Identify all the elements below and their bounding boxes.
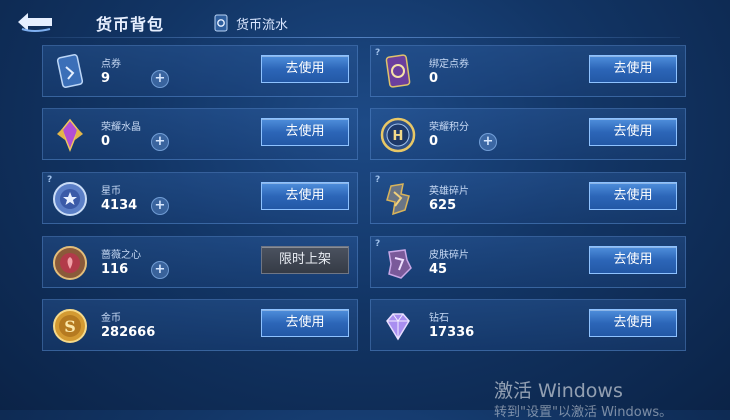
- top-bar: 货币背包 货币流水: [0, 0, 730, 44]
- currency-value: 17336: [429, 325, 475, 340]
- add-glory-crystal-button[interactable]: +: [151, 133, 169, 151]
- hero-fragment-icon: [386, 183, 410, 216]
- currency-name: 英雄碎片: [429, 186, 469, 197]
- use-glory-crystal-button[interactable]: 去使用: [261, 118, 349, 146]
- currency-card-glory-points: H 荣耀积分 0 + 去使用: [370, 108, 686, 160]
- coupon-card-icon: [56, 54, 84, 88]
- rose-heart-icon: [53, 246, 87, 280]
- currency-value: 4134: [101, 198, 138, 213]
- currency-value: 116: [101, 262, 129, 277]
- back-arrow-icon[interactable]: [14, 9, 56, 35]
- currency-flow-label: 货币流水: [236, 17, 289, 33]
- currency-card-gold-coin: S 金币 282666 去使用: [42, 299, 358, 351]
- skin-fragment-icon: [388, 249, 412, 279]
- bound-coupon-card-icon: [385, 54, 411, 88]
- currency-value: 282666: [101, 325, 156, 340]
- currency-value: 9: [101, 71, 111, 86]
- currency-value: 0: [101, 134, 111, 149]
- add-rose-heart-button[interactable]: +: [151, 261, 169, 279]
- currency-name: 蔷薇之心: [101, 250, 141, 261]
- currency-value: 0: [429, 71, 439, 86]
- currency-name: 荣耀水晶: [101, 122, 141, 133]
- use-star-coin-button[interactable]: 去使用: [261, 182, 349, 210]
- glory-points-icon: H: [380, 117, 416, 153]
- add-star-coin-button[interactable]: +: [151, 197, 169, 215]
- add-glory-points-button[interactable]: +: [479, 133, 497, 151]
- svg-text:S: S: [64, 317, 76, 336]
- activate-windows-title: 激活 Windows: [494, 380, 623, 402]
- limited-time-button[interactable]: 限时上架: [261, 246, 349, 274]
- svg-text:H: H: [393, 129, 404, 144]
- currency-name: 绑定点券: [429, 59, 469, 70]
- star-coin-icon: [53, 182, 87, 216]
- currency-card-glory-crystal: 荣耀水晶 0 + 去使用: [42, 108, 358, 160]
- currency-name: 钻石: [429, 313, 449, 324]
- currency-card-coupon: 点券 9 + 去使用: [42, 45, 358, 97]
- currency-flow-button[interactable]: 货币流水: [214, 12, 288, 34]
- currency-card-skin-fragment: ? 皮肤碎片 45 去使用: [370, 236, 686, 288]
- use-hero-fragment-button[interactable]: 去使用: [589, 182, 677, 210]
- use-coupon-button[interactable]: 去使用: [261, 55, 349, 83]
- add-coupon-button[interactable]: +: [151, 70, 169, 88]
- currency-card-rose-heart: 蔷薇之心 116 + 限时上架: [42, 236, 358, 288]
- currency-card-diamond: 钻石 17336 去使用: [370, 299, 686, 351]
- use-diamond-button[interactable]: 去使用: [589, 309, 677, 337]
- currency-card-star-coin: ? 星币 4134 + 去使用: [42, 172, 358, 224]
- page-title: 货币背包: [96, 15, 165, 34]
- activate-windows-subtitle: 转到"设置"以激活 Windows。: [494, 405, 673, 420]
- currency-name: 皮肤碎片: [429, 250, 469, 261]
- currency-card-hero-fragment: ? 英雄碎片 625 去使用: [370, 172, 686, 224]
- use-gold-coin-button[interactable]: 去使用: [261, 309, 349, 337]
- use-skin-fragment-button[interactable]: 去使用: [589, 246, 677, 274]
- currency-value: 0: [429, 134, 439, 149]
- currency-card-bound-coupon: ? 绑定点券 0 去使用: [370, 45, 686, 97]
- glory-crystal-icon: [57, 118, 83, 153]
- use-glory-points-button[interactable]: 去使用: [589, 118, 677, 146]
- currency-name: 星币: [101, 186, 121, 197]
- use-bound-coupon-button[interactable]: 去使用: [589, 55, 677, 83]
- currency-name: 点券: [101, 59, 121, 70]
- gold-coin-icon: S: [53, 309, 87, 343]
- currency-flow-icon: [214, 14, 228, 32]
- currency-name: 金币: [101, 313, 121, 324]
- currency-value: 45: [429, 262, 448, 277]
- currency-value: 625: [429, 198, 457, 213]
- header-divider: [40, 37, 680, 38]
- diamond-icon: [386, 313, 410, 341]
- currency-name: 荣耀积分: [429, 122, 469, 133]
